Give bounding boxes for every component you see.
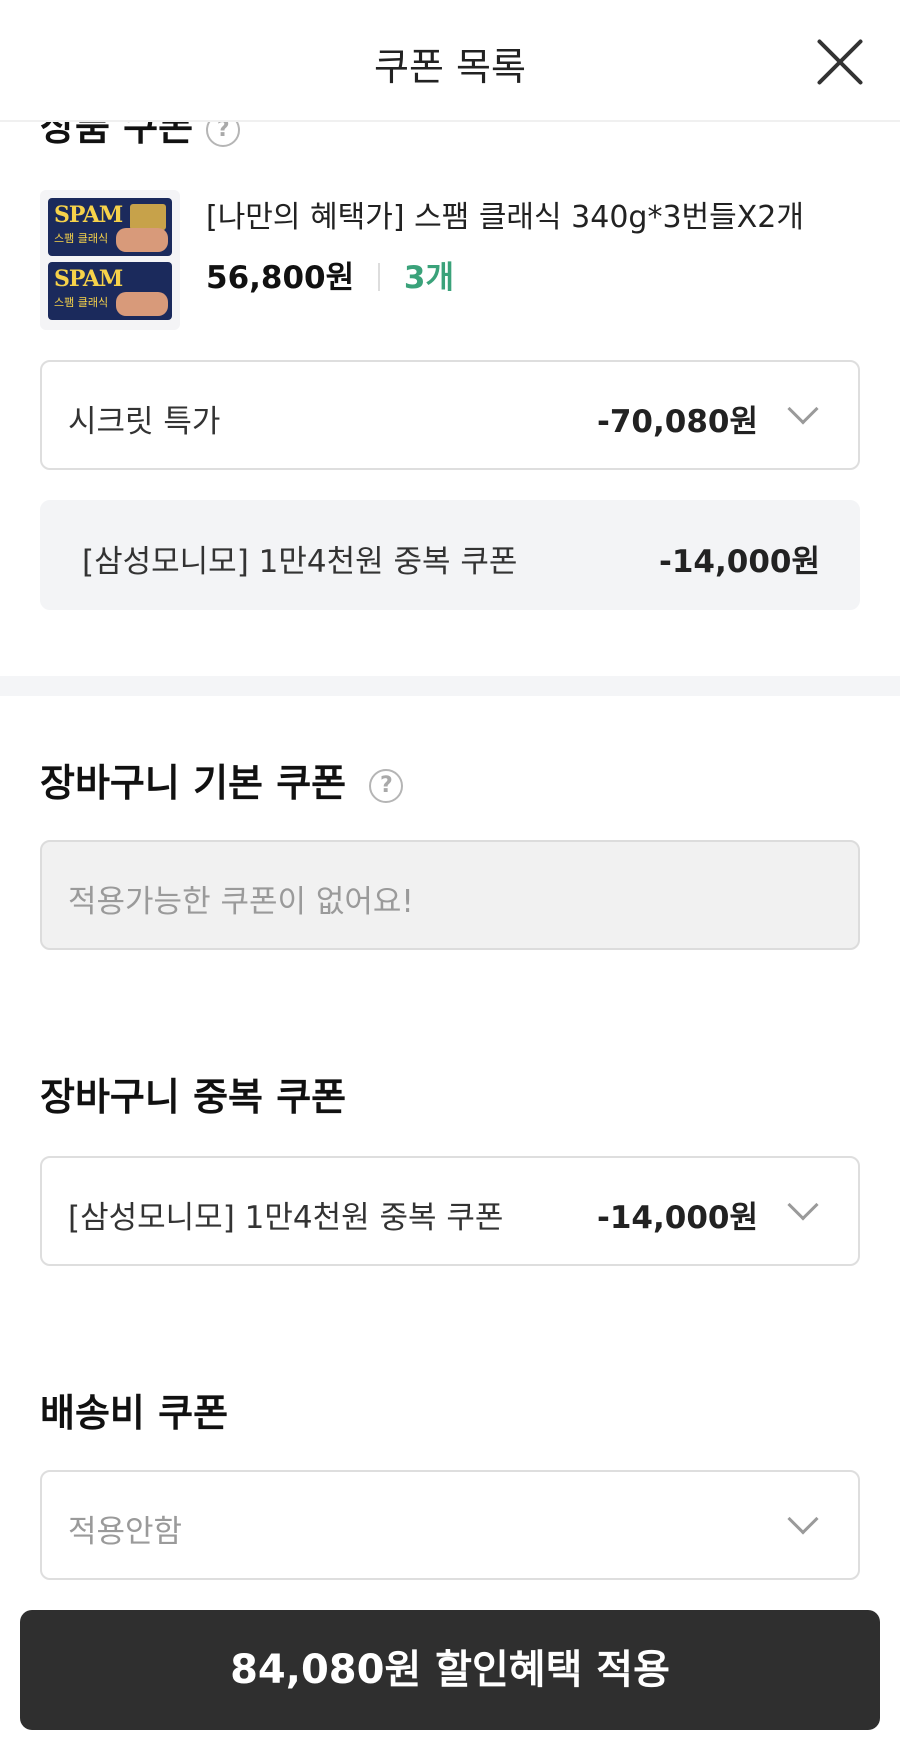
spam-can-image: SPAM 스팸 클래식 [48, 198, 172, 256]
cart-basic-coupon-select: 적용가능한 쿠폰이 없어요! [40, 840, 860, 950]
shipping-coupon-title: 배송비 쿠폰 [40, 1382, 228, 1437]
apply-discount-button[interactable]: 84,080원 할인혜택 적용 [20, 1610, 880, 1730]
product-sub-mark: 스팸 클래식 [54, 232, 109, 245]
empty-coupon-text: 적용가능한 쿠폰이 없어요! [68, 884, 414, 920]
question-circle-icon[interactable]: ? [369, 768, 404, 803]
chevron-down-icon [787, 1503, 819, 1535]
brand-mark: SPAM [54, 202, 123, 228]
product-price-row: 56,800원 3개 [206, 252, 454, 297]
chevron-down-icon [787, 393, 819, 425]
coupon-label: [삼성모니모] 1만4천원 중복 쿠폰 [82, 544, 518, 580]
section-title-text: 장바구니 중복 쿠폰 [40, 1075, 347, 1119]
modal-header: 쿠폰 목록 [0, 0, 900, 122]
product-sub-mark: 스팸 클래식 [54, 296, 109, 309]
coupon-label: 적용안함 [68, 1514, 183, 1550]
product-row: SPAM 스팸 클래식 SPAM 스팸 클래식 [나만의 혜택가] 스팸 클래식… [40, 190, 860, 330]
coupon-amount: -14,000원 [658, 544, 820, 580]
product-thumbnail: SPAM 스팸 클래식 SPAM 스팸 클래식 [40, 190, 180, 330]
cart-stack-coupon-title: 장바구니 중복 쿠폰 [40, 1066, 346, 1121]
coupon-amount: -14,000원 [596, 1200, 758, 1236]
meat-slice-image [116, 292, 168, 316]
cart-basic-coupon-title: 장바구니 기본 쿠폰 ? [40, 752, 404, 807]
product-price: 56,800원 [206, 260, 355, 296]
product-quantity: 3개 [403, 260, 454, 296]
section-title-text: 장바구니 기본 쿠폰 [40, 761, 347, 805]
brand-mark: SPAM [54, 266, 123, 292]
page-title: 쿠폰 목록 [374, 45, 526, 89]
coupon-label: [삼성모니모] 1만4천원 중복 쿠폰 [68, 1200, 504, 1236]
shipping-coupon-select[interactable]: 적용안함 [40, 1470, 860, 1580]
cart-stack-coupon-select[interactable]: [삼성모니모] 1만4천원 중복 쿠폰 -14,000원 [40, 1156, 860, 1266]
meat-slice-image [116, 228, 168, 252]
stacked-coupon-info: [삼성모니모] 1만4천원 중복 쿠폰 -14,000원 [40, 500, 860, 610]
section-separator [0, 676, 900, 696]
chevron-down-icon [787, 1189, 819, 1221]
product-coupon-select[interactable]: 시크릿 특가 -70,080원 [40, 360, 860, 470]
section-title-text: 배송비 쿠폰 [40, 1391, 229, 1435]
close-icon[interactable] [816, 38, 864, 86]
divider [378, 263, 381, 291]
coupon-amount: -70,080원 [596, 404, 758, 440]
no1-badge [130, 204, 166, 230]
coupon-label: 시크릿 특가 [68, 404, 221, 440]
product-name: [나만의 혜택가] 스팸 클래식 340g*3번들X2개 [206, 200, 804, 235]
spam-can-image: SPAM 스팸 클래식 [48, 262, 172, 320]
